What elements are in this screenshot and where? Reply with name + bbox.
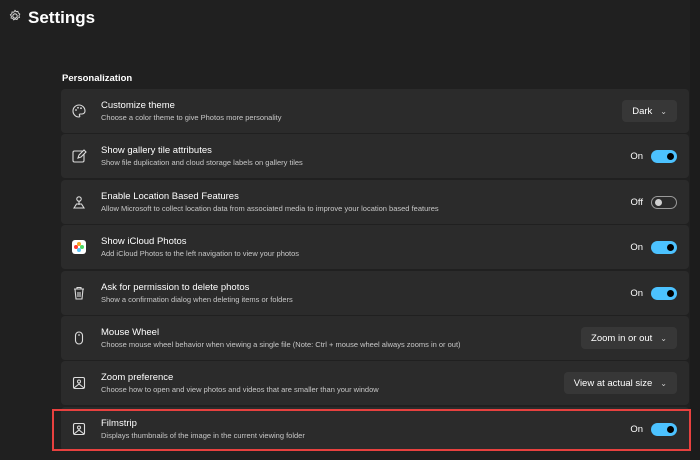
setting-control: On <box>630 149 677 163</box>
page-title: Settings <box>28 8 96 27</box>
setting-description: Show a confirmation dialog when deleting… <box>101 294 293 304</box>
chevron-down-icon: ⌄ <box>660 378 667 388</box>
setting-title: Enable Location Based Features <box>101 190 239 202</box>
setting-row-show-icloud-photos: Show iCloud Photos Add iCloud Photos to t… <box>61 225 689 269</box>
setting-row-zoom-preference: Zoom preference Choose how to open and vi… <box>61 361 689 405</box>
toggle-state-label: On <box>630 150 643 162</box>
ask-for-permission-to-delete-photos-toggle[interactable] <box>651 286 677 300</box>
setting-description: Allow Microsoft to collect location data… <box>101 203 439 213</box>
show-icloud-photos-toggle[interactable] <box>651 240 677 254</box>
trash-icon <box>71 285 87 301</box>
section-heading: Personalization <box>62 73 133 84</box>
dropdown-value: View at actual size <box>573 377 653 389</box>
toggle-state-label: On <box>630 241 643 253</box>
show-gallery-tile-attributes-toggle[interactable] <box>651 149 677 163</box>
icloud-photos-icon <box>71 239 87 255</box>
edit-icon <box>71 148 87 164</box>
setting-control: On <box>630 286 677 300</box>
mouse-wheel-dropdown[interactable]: Zoom in or out ⌄ <box>581 327 677 349</box>
chevron-down-icon: ⌄ <box>660 333 667 343</box>
setting-description: Show file duplication and cloud storage … <box>101 157 303 167</box>
setting-control: On <box>630 240 677 254</box>
setting-description: Choose a color theme to give Photos more… <box>101 112 282 122</box>
setting-row-customize-theme: Customize theme Choose a color theme to g… <box>61 89 689 133</box>
setting-row-ask-for-permission-to-delete-photos: Ask for permission to delete photos Show … <box>61 271 689 315</box>
setting-control: Off <box>630 195 677 209</box>
page-header: Settings <box>8 8 95 28</box>
enable-location-based-features-toggle[interactable] <box>651 195 677 209</box>
image-icon <box>71 375 87 391</box>
setting-control: View at actual size ⌄ <box>563 372 677 394</box>
gear-icon <box>8 9 22 28</box>
toggle-state-label: On <box>630 287 643 299</box>
setting-description: Choose how to open and view photos and v… <box>101 384 379 394</box>
dropdown-value: Zoom in or out <box>591 332 653 344</box>
setting-title: Customize theme <box>101 99 175 111</box>
dropdown-value: Dark <box>632 105 653 117</box>
location-icon <box>71 194 87 210</box>
setting-title: Mouse Wheel <box>101 326 160 338</box>
window-edge <box>690 0 700 460</box>
setting-row-show-gallery-tile-attributes: Show gallery tile attributes Show file du… <box>61 134 689 178</box>
chevron-down-icon: ⌄ <box>660 106 667 116</box>
setting-title: Ask for permission to delete photos <box>101 281 250 293</box>
setting-description: Choose mouse wheel behavior when viewing… <box>101 339 461 349</box>
zoom-preference-dropdown[interactable]: View at actual size ⌄ <box>563 372 677 394</box>
toggle-state-label: Off <box>630 196 644 208</box>
highlight-box <box>52 409 691 451</box>
setting-control: Dark ⌄ <box>622 100 677 122</box>
setting-title: Show gallery tile attributes <box>101 144 212 156</box>
setting-description: Add iCloud Photos to the left navigation… <box>101 248 300 258</box>
setting-title: Zoom preference <box>101 371 174 383</box>
setting-title: Show iCloud Photos <box>101 235 187 247</box>
setting-control: Zoom in or out ⌄ <box>581 327 677 349</box>
palette-icon <box>71 103 87 119</box>
customize-theme-dropdown[interactable]: Dark ⌄ <box>622 100 677 122</box>
setting-row-mouse-wheel: Mouse Wheel Choose mouse wheel behavior w… <box>61 316 689 360</box>
mouse-icon <box>71 330 87 346</box>
setting-row-enable-location-based-features: Enable Location Based Features Allow Micr… <box>61 180 689 224</box>
